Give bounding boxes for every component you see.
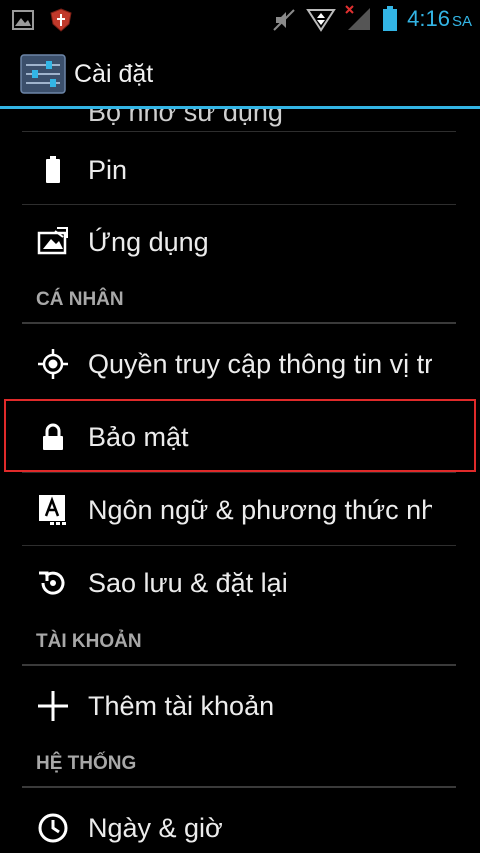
battery-icon <box>382 6 398 37</box>
settings-item-backup[interactable]: Sao lưu & đặt lại <box>0 546 480 618</box>
settings-app-icon[interactable] <box>20 54 66 94</box>
selection-highlight <box>4 399 476 472</box>
battery-icon <box>36 153 70 187</box>
section-divider <box>22 322 456 324</box>
action-bar: Cài đặt <box>0 40 480 106</box>
settings-item-label: Ngôn ngữ & phương thức nhập <box>88 495 432 525</box>
language-icon <box>36 493 70 527</box>
gallery-icon <box>12 10 34 35</box>
settings-item-label: Pin <box>88 155 128 185</box>
backup-icon <box>36 566 70 600</box>
settings-item-label: Ngày & giờ <box>88 813 223 843</box>
section-header-personal: CÁ NHÂN <box>36 289 124 310</box>
mute-icon <box>272 8 296 37</box>
settings-item-label: Ứng dụng <box>88 227 209 257</box>
section-header-accounts: TÀI KHOẢN <box>36 631 142 652</box>
settings-item-label: Quyền truy cập thông tin vị trí <box>88 349 432 379</box>
shield-icon <box>50 8 72 37</box>
settings-item-apps[interactable]: Ứng dụng <box>0 205 480 277</box>
status-clock: 4:16 SA <box>407 6 472 31</box>
settings-item-location[interactable]: Quyền truy cập thông tin vị trí <box>0 327 480 399</box>
settings-item-label: Thêm tài khoản <box>88 691 275 721</box>
section-header-system: HỆ THỐNG <box>36 753 137 774</box>
settings-item-add-account[interactable]: Thêm tài khoản <box>0 669 480 741</box>
settings-item-battery[interactable]: Pin <box>0 133 480 205</box>
divider <box>22 131 456 132</box>
section-divider <box>22 786 456 788</box>
clock-icon <box>36 811 70 845</box>
status-bar: 4:16 SA <box>0 0 480 40</box>
settings-item-date-time[interactable]: Ngày & giờ <box>0 791 480 853</box>
page-title: Cài đặt <box>74 60 154 88</box>
section-divider <box>22 664 456 666</box>
signal-no-service-icon <box>344 4 372 37</box>
settings-item-language[interactable]: Ngôn ngữ & phương thức nhập <box>0 473 480 545</box>
data-arrows-icon <box>306 6 336 37</box>
location-icon <box>36 347 70 381</box>
settings-item-label: Sao lưu & đặt lại <box>88 568 288 598</box>
apps-icon <box>36 225 70 259</box>
partial-item-label: Bộ nhớ sử dụng <box>88 109 283 127</box>
add-icon <box>36 689 70 723</box>
settings-list[interactable]: Bộ nhớ sử dụng Pin Ứng dụng CÁ NHÂN Quyề… <box>0 109 480 853</box>
